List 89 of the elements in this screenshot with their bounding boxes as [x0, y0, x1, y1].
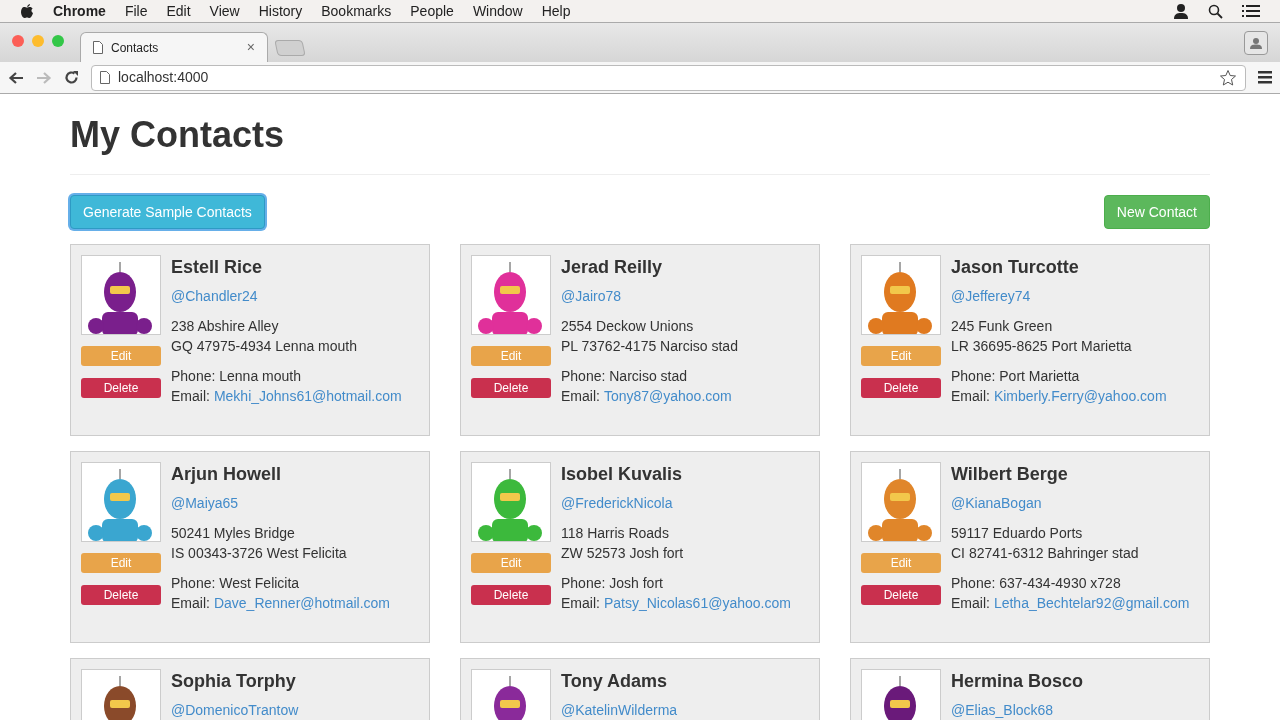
address-line: PL 73762-4175 Narciso stad	[561, 337, 738, 356]
delete-button[interactable]: Delete	[471, 585, 551, 605]
contact-name: Jerad Reilly	[561, 256, 664, 279]
contact-name: Sophia Torphy	[171, 670, 297, 693]
address-line: ZW 52573 Josh fort	[561, 544, 685, 563]
apple-logo-icon[interactable]	[20, 3, 34, 19]
email-label: Email:	[171, 387, 210, 406]
edit-button[interactable]: Edit	[81, 553, 161, 573]
address-line: 2554 Deckow Unions	[561, 317, 695, 336]
menu-item[interactable]: File	[124, 0, 148, 22]
handle-link[interactable]: @KatelinWilderma	[561, 700, 678, 720]
phone-text: Phone: Narciso stad	[561, 367, 689, 386]
contact-name: Hermina Bosco	[951, 670, 1084, 693]
address-line: IS 00343-3726 West Felicita	[171, 544, 348, 563]
back-icon[interactable]	[8, 70, 24, 85]
delete-button[interactable]: Delete	[861, 585, 941, 605]
address-line: 59117 Eduardo Ports	[951, 524, 1084, 543]
user-icon[interactable]	[1173, 3, 1189, 19]
delete-button[interactable]: Delete	[81, 378, 161, 398]
handle-link[interactable]: @FrederickNicola	[561, 493, 791, 513]
page-icon	[100, 71, 110, 84]
menu-item[interactable]: View	[209, 0, 240, 22]
edit-button[interactable]: Edit	[861, 346, 941, 366]
email-link[interactable]: Tony87@yahoo.com	[603, 386, 732, 406]
delete-button[interactable]: Delete	[861, 378, 941, 398]
search-icon[interactable]	[1208, 3, 1223, 19]
address-line: 238 Abshire Alley	[171, 317, 280, 336]
menu-item[interactable]: Window	[472, 0, 523, 22]
page-title: My Contacts	[70, 114, 1210, 175]
handle-link[interactable]: @Jairo78	[561, 286, 738, 306]
app-menu[interactable]: Chrome	[53, 0, 106, 22]
email-link[interactable]: Patsy_Nicolas61@yahoo.com	[603, 593, 791, 613]
menu-icon[interactable]	[1258, 71, 1272, 84]
star-icon[interactable]	[1219, 68, 1237, 87]
handle-link[interactable]: @Chandler24	[171, 286, 402, 306]
address-line: 118 Harris Roads	[561, 524, 670, 543]
delete-button[interactable]: Delete	[471, 378, 551, 398]
contact-name: Estell Rice	[171, 256, 264, 279]
email-label: Email:	[951, 594, 990, 613]
contact-name: Jason Turcotte	[951, 256, 1080, 279]
handle-link[interactable]: @KianaBogan	[951, 493, 1190, 513]
menu-item[interactable]: Help	[541, 0, 571, 22]
email-link[interactable]: Letha_Bechtelar92@gmail.com	[993, 593, 1190, 613]
phone-text: Phone: West Felicita	[171, 574, 301, 593]
delete-button[interactable]: Delete	[81, 585, 161, 605]
address-bar[interactable]: localhost:4000	[91, 64, 1246, 91]
handle-link[interactable]: @Elias_Block68	[951, 700, 1084, 720]
profile-button[interactable]	[1244, 30, 1268, 55]
menu-item[interactable]: People	[410, 0, 454, 22]
tab-title: Contacts	[111, 39, 160, 57]
handle-link[interactable]: @Maiya65	[171, 493, 390, 513]
menu-item[interactable]: History	[258, 0, 303, 22]
edit-button[interactable]: Edit	[471, 553, 551, 573]
url-text: localhost:4000	[118, 68, 210, 87]
email-link[interactable]: Dave_Renner@hotmail.com	[213, 593, 390, 613]
page-icon	[93, 41, 103, 54]
phone-text: Phone: 637-434-4930 x728	[951, 574, 1122, 593]
address-line: LR 36695-8625 Port Marietta	[951, 337, 1133, 356]
list-icon[interactable]	[1242, 4, 1260, 18]
contact-name: Tony Adams	[561, 670, 668, 693]
phone-text: Phone: Port Marietta	[951, 367, 1081, 386]
address-line: 245 Funk Green	[951, 317, 1054, 336]
address-line: GQ 47975-4934 Lenna mouth	[171, 337, 359, 356]
menu-item[interactable]: Edit	[166, 0, 191, 22]
contact-name: Isobel Kuvalis	[561, 463, 684, 486]
edit-button[interactable]: Edit	[471, 346, 551, 366]
tab-close-button[interactable]: ×	[246, 37, 255, 58]
address-line: 50241 Myles Bridge	[171, 524, 296, 543]
edit-button[interactable]: Edit	[81, 346, 161, 366]
new-contact-button[interactable]: New Contact	[1103, 195, 1210, 229]
contact-name: Arjun Howell	[171, 463, 282, 486]
email-label: Email:	[561, 387, 600, 406]
contact-name: Wilbert Berge	[951, 463, 1069, 486]
phone-text: Phone: Josh fort	[561, 574, 664, 593]
person-icon	[1250, 36, 1262, 49]
generate-sample-contacts-button[interactable]: Generate Sample Contacts	[70, 195, 265, 229]
reload-icon[interactable]	[64, 70, 79, 85]
menu-item[interactable]: Bookmarks	[321, 0, 392, 22]
email-label: Email:	[561, 594, 600, 613]
email-link[interactable]: Mekhi_Johns61@hotmail.com	[213, 386, 402, 406]
phone-text: Phone: Lenna mouth	[171, 367, 302, 386]
handle-link[interactable]: @Jefferey74	[951, 286, 1167, 306]
email-label: Email:	[171, 594, 210, 613]
browser-tab[interactable]: Contacts ×	[80, 32, 268, 62]
email-link[interactable]: Kimberly.Ferry@yahoo.com	[993, 386, 1167, 406]
address-line: CI 82741-6312 Bahringer stad	[951, 544, 1140, 563]
handle-link[interactable]: @DomenicoTrantow	[171, 700, 299, 720]
email-label: Email:	[951, 387, 990, 406]
edit-button[interactable]: Edit	[861, 553, 941, 573]
